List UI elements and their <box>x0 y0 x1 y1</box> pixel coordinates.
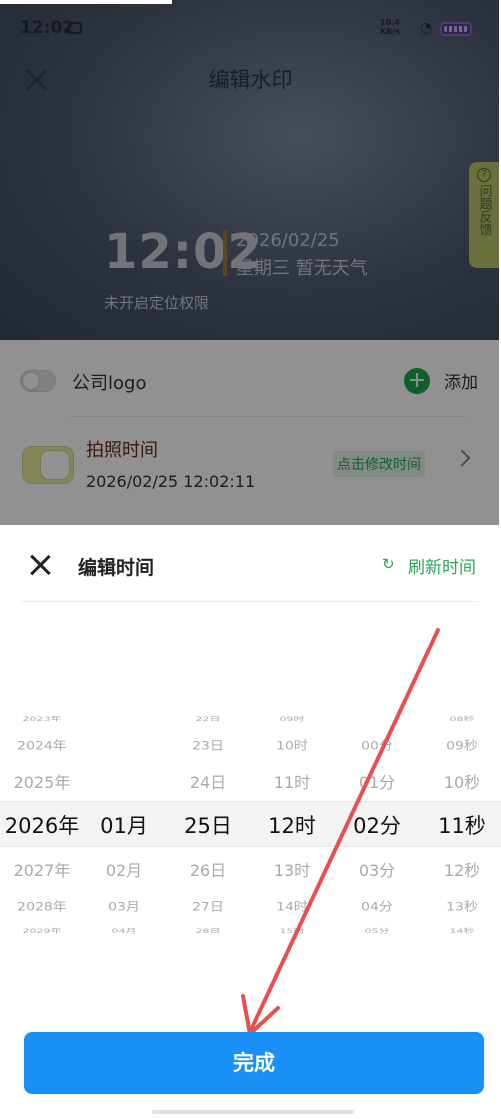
logo-toggle[interactable] <box>20 370 56 392</box>
watermark-divider <box>223 230 227 276</box>
feedback-label: 问题反馈 <box>476 184 492 236</box>
picker-option[interactable]: 26日 <box>166 857 250 881</box>
picker-option[interactable]: 14秒 <box>420 927 501 936</box>
home-indicator <box>152 1110 354 1114</box>
add-icon[interactable]: + <box>404 368 430 394</box>
photo-time-toggle[interactable] <box>22 446 74 484</box>
picker-option[interactable]: 11时 <box>250 769 334 793</box>
picker-option[interactable]: 01分 <box>334 769 420 793</box>
picker-option[interactable]: 2023年 <box>0 715 84 724</box>
refresh-icon[interactable]: ↻ <box>382 555 395 573</box>
picker-option[interactable]: 2029年 <box>0 927 84 936</box>
picker-option[interactable]: 10时 <box>250 737 334 754</box>
month-wheel[interactable]: 01月 02月 03月 04月 <box>84 705 164 937</box>
minute-wheel[interactable]: 00分 01分 02分 03分 04分 05分 <box>334 705 420 937</box>
picker-option[interactable]: 2025年 <box>0 769 84 793</box>
page-title: 编辑水印 <box>208 68 293 92</box>
picker-option[interactable]: 01月 <box>84 810 164 840</box>
divider <box>70 416 465 417</box>
picker-option[interactable]: 2027年 <box>0 857 84 881</box>
done-button[interactable]: 完成 <box>24 1032 484 1094</box>
picker-option[interactable]: 14时 <box>250 898 334 915</box>
screen-edge <box>0 0 172 4</box>
picker-option[interactable]: 08秒 <box>420 715 501 724</box>
picker-option[interactable]: 09秒 <box>420 737 501 754</box>
divider <box>22 601 479 602</box>
picker-option[interactable]: 22日 <box>166 715 250 724</box>
picker-option[interactable]: 04分 <box>334 898 420 915</box>
picker-option[interactable]: 2026年 <box>0 810 84 840</box>
picker-option[interactable]: 02月 <box>84 857 164 881</box>
logo-label: 公司logo <box>72 373 147 394</box>
picker-option[interactable]: 15时 <box>250 927 334 936</box>
edit-time-tag[interactable]: 点击修改时间 <box>333 451 425 477</box>
status-bar: 12:02 10.4 KB/s ◔ <box>0 0 501 58</box>
add-logo-button[interactable]: 添加 <box>444 368 478 393</box>
picker-option[interactable]: 13秒 <box>420 898 501 915</box>
picker-option[interactable]: 2028年 <box>0 898 84 915</box>
net-speed: 10.4 KB/s <box>380 18 400 36</box>
picker-option[interactable]: 2024年 <box>0 737 84 754</box>
feedback-button[interactable]: ? 问题反馈 <box>469 162 499 268</box>
datetime-picker[interactable]: 2023年 2024年 2025年 2026年 2027年 2028年 2029年 01月 0… <box>0 705 501 937</box>
question-icon: ? <box>477 168 491 182</box>
picker-option[interactable]: 03月 <box>84 898 164 915</box>
watermark-location: 未开启定位权限 <box>104 294 210 312</box>
picker-option[interactable]: 04月 <box>84 927 164 936</box>
picker-option[interactable]: 13时 <box>250 857 334 881</box>
picker-option[interactable]: 00分 <box>334 737 420 754</box>
picker-option[interactable]: 02分 <box>334 810 420 840</box>
photo-time-value: 2026/02/25 12:02:11 <box>86 472 256 491</box>
battery-icon <box>440 22 472 36</box>
picker-option[interactable]: 28日 <box>166 927 250 936</box>
watermark-editor-background: 12:02 10.4 KB/s ◔ 编辑水印 ? 问题反馈 12:02 2026… <box>0 0 501 525</box>
picker-option[interactable]: 09时 <box>250 715 334 724</box>
picker-option[interactable]: 27日 <box>166 898 250 915</box>
picker-option[interactable]: 24日 <box>166 769 250 793</box>
sheet-title: 编辑时间 <box>78 557 155 579</box>
picker-option[interactable]: 03分 <box>334 857 420 881</box>
status-time: 12:02 <box>20 18 75 38</box>
picker-option[interactable]: 11秒 <box>420 810 501 840</box>
notification-icon <box>68 22 82 34</box>
year-wheel[interactable]: 2023年 2024年 2025年 2026年 2027年 2028年 2029年 <box>0 705 84 937</box>
picker-option[interactable]: 12秒 <box>420 857 501 881</box>
picker-option[interactable]: 25日 <box>166 810 250 840</box>
picker-option[interactable]: 12时 <box>250 810 334 840</box>
edit-time-sheet: 编辑时间 ↻ 刷新时间 2023年 2024年 2025年 2026年 2027年 202… <box>0 525 501 1119</box>
second-wheel[interactable]: 08秒 09秒 10秒 11秒 12秒 13秒 14秒 <box>420 705 501 937</box>
watermark-date: 2026/02/25 <box>236 230 340 251</box>
picker-option[interactable]: 23日 <box>166 737 250 754</box>
picker-option[interactable]: 05分 <box>334 927 420 936</box>
refresh-time-button[interactable]: 刷新时间 <box>408 553 476 578</box>
watermark-weekday-weather: 星期三 暂无天气 <box>236 258 368 279</box>
photo-time-title: 拍照时间 <box>86 440 158 461</box>
close-icon[interactable] <box>28 553 52 577</box>
hour-wheel[interactable]: 09时 10时 11时 12时 13时 14时 15时 <box>250 705 334 937</box>
day-wheel[interactable]: 22日 23日 24日 25日 26日 27日 28日 <box>166 705 250 937</box>
picker-option[interactable]: 10秒 <box>420 769 501 793</box>
wifi-icon: ◔ <box>420 20 433 36</box>
